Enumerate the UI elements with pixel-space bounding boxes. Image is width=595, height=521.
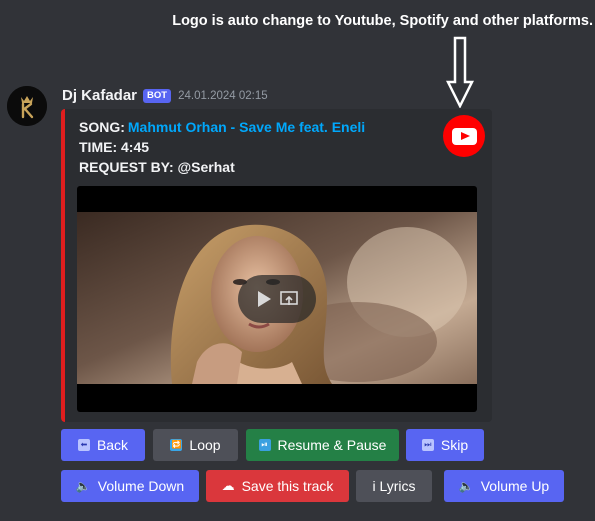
volume-down-button-label: Volume Down bbox=[97, 478, 185, 494]
speaker-icon: 🔈 bbox=[75, 479, 91, 493]
youtube-icon bbox=[443, 115, 485, 157]
save-track-button-label: Save this track bbox=[241, 478, 334, 494]
play-icon bbox=[258, 291, 271, 307]
song-title-link[interactable]: Mahmut Orhan - Save Me feat. Eneli bbox=[128, 119, 365, 135]
timestamp: 24.01.2024 02:15 bbox=[178, 89, 268, 102]
username[interactable]: Dj Kafadar bbox=[62, 87, 137, 104]
speaker-icon: 🔈 bbox=[458, 479, 474, 493]
back-button[interactable]: ⬅ Back bbox=[61, 429, 145, 461]
popout-icon bbox=[280, 291, 298, 305]
skip-button-label: Skip bbox=[440, 437, 469, 453]
down-arrow-icon bbox=[446, 36, 474, 108]
loop-button[interactable]: 🔁 Loop bbox=[153, 429, 238, 461]
song-label: SONG: bbox=[79, 119, 125, 135]
bot-badge: BOT bbox=[143, 88, 172, 103]
play-button[interactable] bbox=[238, 275, 316, 323]
back-button-label: Back bbox=[96, 437, 129, 453]
song-field: SONG: Mahmut Orhan - Save Me feat. Eneli bbox=[79, 119, 365, 135]
save-track-button[interactable]: ☁ Save this track bbox=[206, 470, 349, 502]
cloud-icon: ☁ bbox=[221, 478, 235, 493]
video-player[interactable] bbox=[77, 186, 477, 412]
volume-up-button-label: Volume Up bbox=[480, 478, 550, 494]
request-field: REQUEST BY: @Serhat bbox=[79, 159, 235, 175]
loop-button-label: Loop bbox=[189, 437, 221, 453]
message-header: Dj Kafadar BOT 24.01.2024 02:15 bbox=[62, 87, 268, 104]
lyrics-button-label: i Lyrics bbox=[372, 478, 416, 494]
skip-icon: ⏭ bbox=[421, 439, 434, 451]
annotation-text: Logo is auto change to Youtube, Spotify … bbox=[172, 13, 593, 29]
volume-down-button[interactable]: 🔈 Volume Down bbox=[61, 470, 199, 502]
back-arrow-icon: ⬅ bbox=[77, 439, 90, 451]
request-value: @Serhat bbox=[177, 159, 235, 175]
bot-logo-icon bbox=[7, 86, 47, 126]
now-playing-embed: SONG: Mahmut Orhan - Save Me feat. Eneli … bbox=[61, 109, 492, 422]
skip-button[interactable]: ⏭ Skip bbox=[406, 429, 484, 461]
resume-pause-button[interactable]: ⏯ Resume & Pause bbox=[246, 429, 399, 461]
volume-up-button[interactable]: 🔈 Volume Up bbox=[444, 470, 564, 502]
lyrics-button[interactable]: i Lyrics bbox=[356, 470, 432, 502]
time-field: TIME: 4:45 bbox=[79, 139, 149, 155]
resume-pause-button-label: Resume & Pause bbox=[277, 437, 387, 453]
time-value: 4:45 bbox=[121, 139, 150, 155]
request-label: REQUEST BY: bbox=[79, 159, 174, 175]
loop-icon: 🔁 bbox=[170, 439, 183, 451]
time-label: TIME: bbox=[79, 139, 118, 155]
play-pause-icon: ⏯ bbox=[258, 439, 271, 451]
avatar[interactable] bbox=[7, 86, 47, 126]
